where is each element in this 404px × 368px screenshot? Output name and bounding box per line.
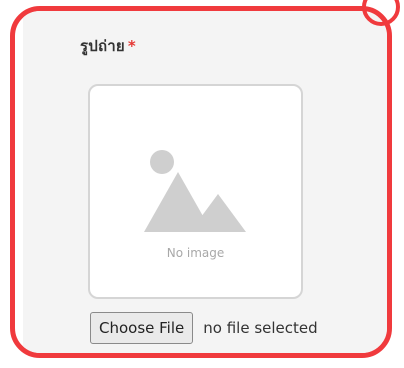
image-preview-box: No image (88, 84, 303, 299)
no-image-text: No image (166, 246, 225, 260)
image-placeholder-icon (144, 150, 246, 232)
photo-field-label: รูปถ่าย * (80, 34, 136, 58)
file-status-text: no file selected (203, 319, 318, 337)
file-input-row: Choose File no file selected (90, 312, 318, 344)
required-marker: * (127, 37, 136, 55)
photo-field-label-text: รูปถ่าย (80, 37, 125, 55)
choose-file-button[interactable]: Choose File (90, 312, 194, 344)
